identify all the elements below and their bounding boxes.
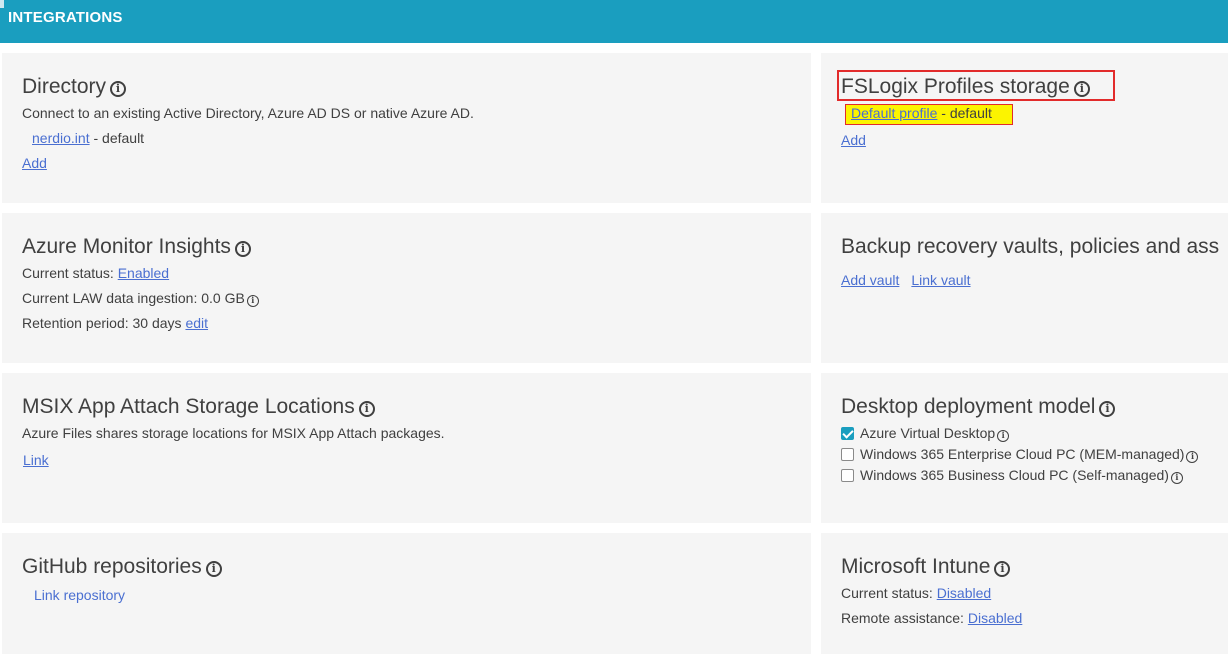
info-icon[interactable]: i [1099, 401, 1116, 417]
github-card: GitHub repositories i Link repository [2, 533, 811, 654]
option-label: Azure Virtual Desktop [860, 425, 996, 441]
msix-heading: MSIX App Attach Storage Locations i [22, 395, 375, 419]
backup-title: Backup recovery vaults, policies and ass [841, 235, 1220, 258]
info-icon[interactable]: i [358, 401, 375, 417]
msix-description: Azure Files shares storage locations for… [22, 425, 445, 441]
deployment-heading: Desktop deployment model i [841, 395, 1116, 419]
intune-remote-label: Remote assistance: [841, 610, 968, 626]
fslogix-profile-entry: Default profile - default [851, 104, 992, 122]
option-label: Windows 365 Enterprise Cloud PC (MEM-man… [860, 446, 1185, 462]
retention-edit-link[interactable]: edit [185, 315, 208, 331]
directory-card: Directory i Connect to an existing Active… [2, 53, 811, 203]
backup-card: Backup recovery vaults, policies and ass… [821, 213, 1228, 363]
info-icon[interactable]: i [234, 241, 251, 257]
intune-remote-row: Remote assistance: Disabled [841, 609, 1022, 627]
monitor-heading: Azure Monitor Insights i [22, 235, 251, 259]
monitor-status-label: Current status: [22, 265, 118, 281]
directory-title: Directory [22, 75, 107, 98]
checkbox-checked[interactable] [841, 427, 854, 440]
intune-heading: Microsoft Intune i [841, 555, 1011, 579]
msix-link[interactable]: Link [23, 452, 49, 468]
option-label: Windows 365 Business Cloud PC (Self-mana… [860, 467, 1169, 483]
link-repository-link[interactable]: Link repository [34, 587, 125, 603]
directory-description: Connect to an existing Active Directory,… [22, 105, 474, 121]
directory-entry-suffix: - default [89, 130, 145, 146]
msix-card: MSIX App Attach Storage Locations i Azure… [2, 373, 811, 523]
fslogix-profile-suffix: - default [937, 105, 992, 121]
checkbox-unchecked[interactable] [841, 469, 854, 482]
monitor-ingestion-text: Current LAW data ingestion: 0.0 GB [22, 290, 245, 306]
monitor-status-link[interactable]: Enabled [118, 265, 169, 281]
github-heading: GitHub repositories i [22, 555, 222, 579]
intune-card: Microsoft Intune i Current status: Disabl… [821, 533, 1228, 654]
monitor-status-row: Current status: Enabled [22, 264, 169, 282]
info-icon[interactable]: i [246, 295, 259, 307]
corner-marker [0, 0, 4, 8]
deployment-option-enterprise[interactable]: Windows 365 Enterprise Cloud PC (MEM-man… [841, 445, 1199, 463]
backup-links: Add vault Link vault [841, 271, 971, 289]
intune-status-label: Current status: [841, 585, 937, 601]
deployment-card: Desktop deployment model i Azure Virtual … [821, 373, 1228, 523]
intune-status-link[interactable]: Disabled [937, 585, 991, 601]
info-icon[interactable]: i [205, 561, 222, 577]
info-icon[interactable]: i [994, 561, 1011, 577]
directory-entry-link[interactable]: nerdio.int [32, 130, 90, 146]
directory-add-link[interactable]: Add [22, 155, 47, 171]
monitor-retention-text: Retention period: 30 days [22, 315, 186, 331]
integrations-header: INTEGRATIONS [0, 0, 1228, 43]
fslogix-add-link[interactable]: Add [841, 132, 866, 148]
intune-title: Microsoft Intune [841, 555, 991, 578]
info-icon[interactable]: i [1186, 451, 1199, 463]
directory-entry: nerdio.int - default [32, 129, 144, 147]
page-title: INTEGRATIONS [8, 9, 123, 26]
link-vault-link[interactable]: Link vault [911, 272, 970, 288]
deployment-title: Desktop deployment model [841, 395, 1096, 418]
add-vault-link[interactable]: Add vault [841, 272, 899, 288]
default-profile-link[interactable]: Default profile [851, 105, 937, 121]
directory-heading: Directory i [22, 75, 127, 99]
intune-status-row: Current status: Disabled [841, 584, 991, 602]
annotation-box [837, 70, 1115, 101]
monitor-ingestion-row: Current LAW data ingestion: 0.0 GB i [22, 289, 259, 307]
monitor-retention-row: Retention period: 30 days edit [22, 314, 208, 332]
info-icon[interactable]: i [110, 81, 127, 97]
monitor-card: Azure Monitor Insights i Current status: … [2, 213, 811, 363]
remote-assistance-link[interactable]: Disabled [968, 610, 1022, 626]
deployment-option-business[interactable]: Windows 365 Business Cloud PC (Self-mana… [841, 466, 1183, 484]
monitor-title: Azure Monitor Insights [22, 235, 231, 258]
github-title: GitHub repositories [22, 555, 202, 578]
deployment-option-avd[interactable]: Azure Virtual Desktop i [841, 424, 1010, 442]
info-icon[interactable]: i [997, 430, 1010, 442]
info-icon[interactable]: i [1170, 472, 1183, 484]
checkbox-unchecked[interactable] [841, 448, 854, 461]
msix-title: MSIX App Attach Storage Locations [22, 395, 355, 418]
